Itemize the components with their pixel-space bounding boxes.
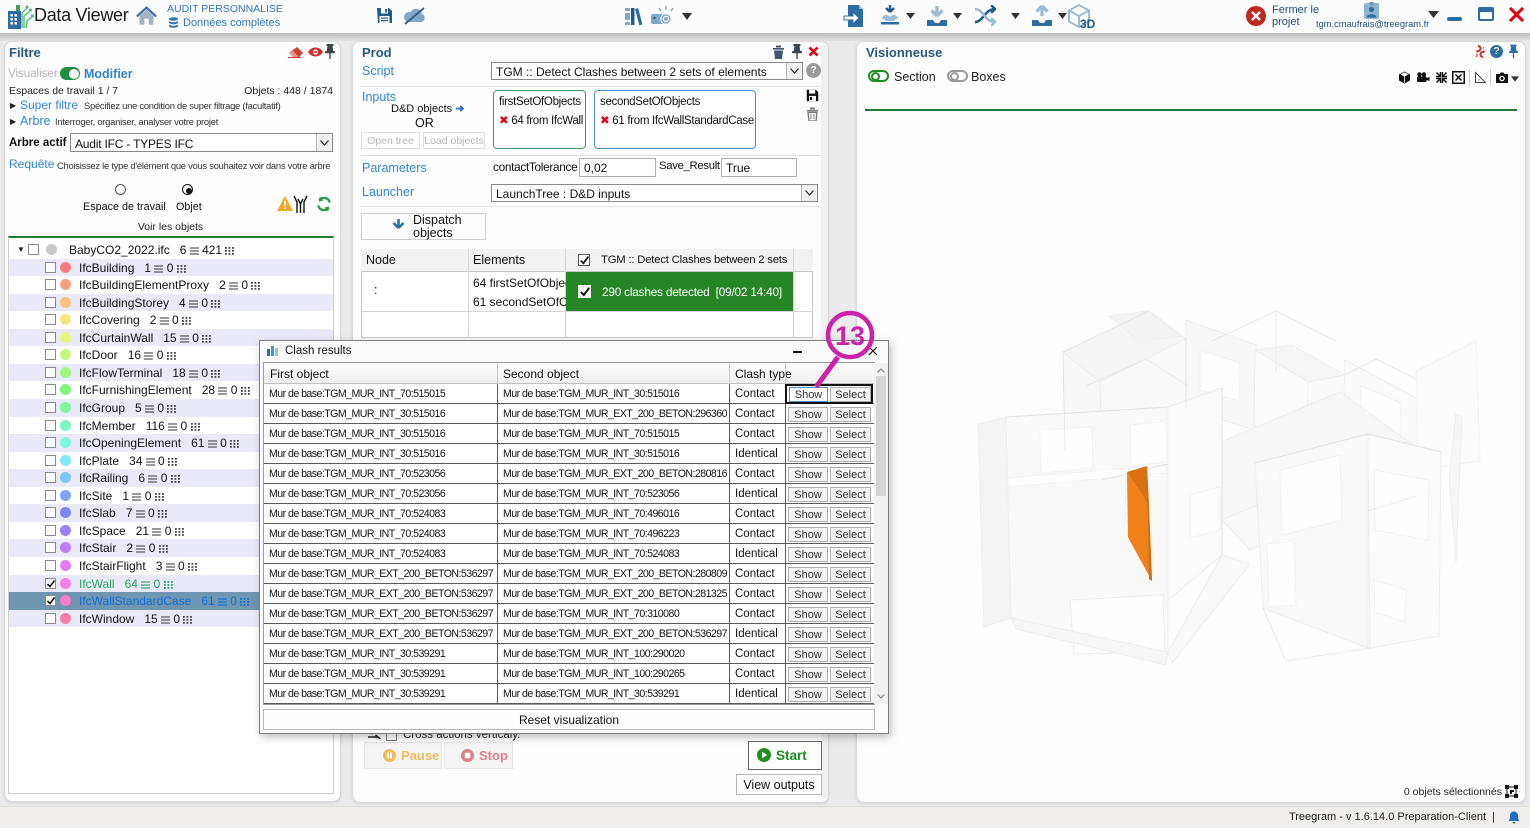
svg-text:13: 13 (835, 321, 865, 351)
